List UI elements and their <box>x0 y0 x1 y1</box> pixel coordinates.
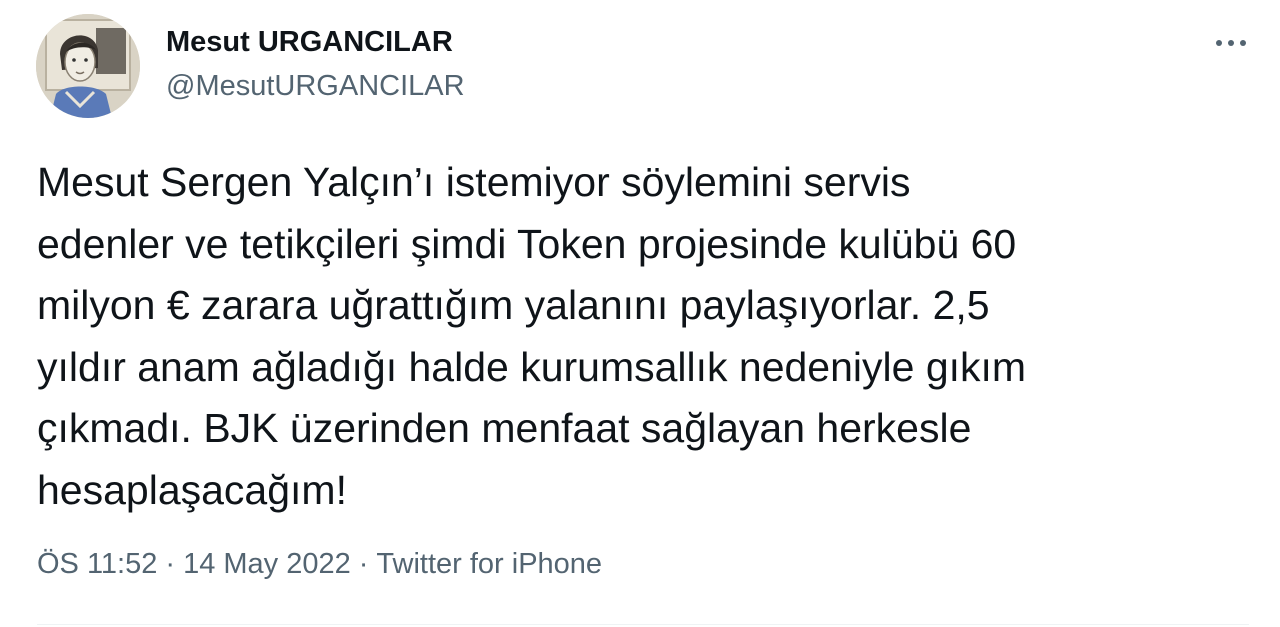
tweet-date[interactable]: 14 May 2022 <box>183 548 351 580</box>
more-horizontal-icon <box>1216 40 1222 46</box>
tweet-source[interactable]: Twitter for iPhone <box>376 548 602 580</box>
tweet-card: Mesut URGANCILAR @MesutURGANCILAR Mesut … <box>0 0 1280 627</box>
more-horizontal-icon <box>1228 40 1234 46</box>
author-display-name[interactable]: Mesut URGANCILAR <box>166 26 453 59</box>
meta-separator: · <box>358 548 369 580</box>
avatar-image <box>36 14 140 118</box>
author-handle[interactable]: @MesutURGANCILAR <box>166 70 465 103</box>
avatar[interactable] <box>36 14 140 118</box>
tweet-text: Mesut Sergen Yalçın’ı istemiyor söylemin… <box>37 159 1027 513</box>
more-options-button[interactable] <box>1206 26 1256 60</box>
divider <box>37 624 1249 625</box>
more-horizontal-icon <box>1240 40 1246 46</box>
tweet-time[interactable]: ÖS 11:52 <box>37 548 157 580</box>
tweet-metadata: ÖS 11:52 · 14 May 2022 · Twitter for iPhone <box>37 548 602 581</box>
meta-separator: · <box>165 548 176 580</box>
